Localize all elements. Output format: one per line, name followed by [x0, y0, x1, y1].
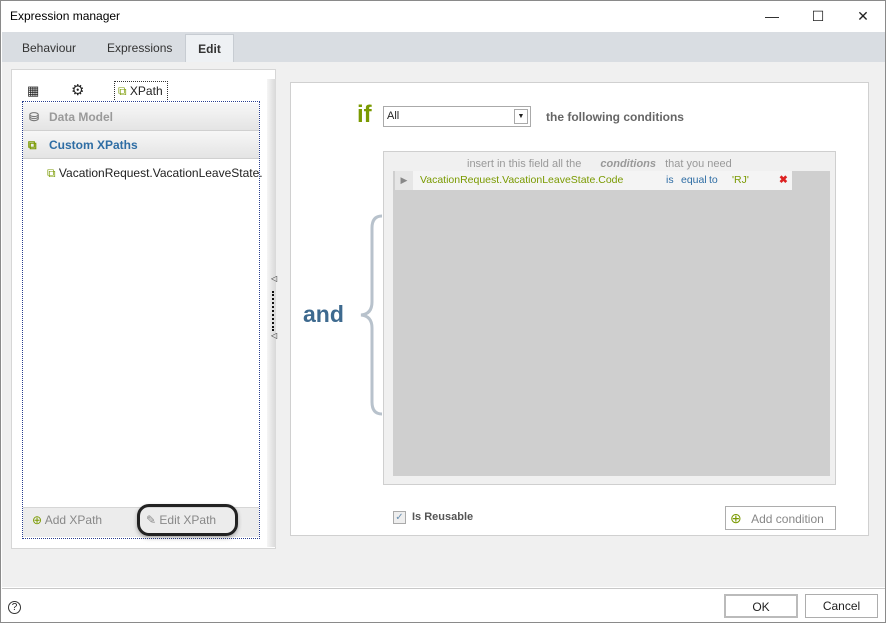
is-reusable-checkbox[interactable]: ✓	[393, 511, 406, 524]
row-expand-icon[interactable]: ▶	[395, 171, 413, 190]
and-label: and	[303, 301, 344, 327]
add-icon: ⊕	[730, 510, 742, 526]
help-icon[interactable]: ?	[8, 601, 21, 614]
following-conditions-label: the following conditions	[546, 110, 684, 124]
section-label: Custom XPaths	[49, 138, 138, 152]
hint-text: that you need	[665, 158, 732, 170]
grid-icon[interactable]: ▦	[27, 83, 39, 99]
add-xpath-button[interactable]: ⊕ Add XPath	[32, 513, 102, 527]
section-label: Data Model	[49, 110, 114, 124]
xpath-tab[interactable]: ⧉ XPath	[114, 81, 168, 100]
is-reusable-label: Is Reusable	[412, 511, 474, 523]
condition-operator[interactable]: equal	[681, 171, 707, 190]
conditions-drop-zone[interactable]	[393, 171, 830, 476]
match-select[interactable]: All ▼	[383, 106, 531, 127]
xpath-tab-label: XPath	[129, 84, 163, 98]
condition-operator[interactable]: to	[709, 171, 718, 190]
add-icon: ⊕	[32, 513, 43, 527]
add-xpath-label: Add XPath	[44, 513, 103, 527]
pencil-icon: ✎	[146, 513, 157, 527]
ok-button[interactable]: OK	[724, 594, 798, 618]
close-button[interactable]: ✕	[840, 1, 886, 31]
gear-icon[interactable]: ⚙	[71, 81, 84, 99]
edit-xpath-button[interactable]: ✎ Edit XPath	[137, 504, 238, 536]
database-icon: ⛁	[29, 110, 40, 124]
section-data-model[interactable]: ⛁ Data Model	[23, 103, 259, 131]
collapse-left-icon: ◁	[271, 274, 278, 283]
edit-xpath-label: Edit XPath	[159, 513, 217, 527]
add-condition-button[interactable]: ⊕ Add condition	[725, 506, 836, 530]
xpath-item-label: VacationRequest.VacationLeaveState.	[58, 166, 263, 180]
condition-row[interactable]: ▶ VacationRequest.VacationLeaveState.Cod…	[395, 171, 792, 190]
hint-text: insert in this field all the	[467, 158, 582, 170]
collapse-left-icon: ◁	[271, 331, 278, 340]
hint-emphasis: conditions	[600, 158, 657, 170]
tab-expressions[interactable]: Expressions	[93, 34, 186, 62]
condition-field[interactable]: VacationRequest.VacationLeaveState.Code	[420, 171, 623, 190]
expression-manager-window: Expression manager — ☐ ✕ Behaviour Expre…	[0, 0, 886, 623]
maximize-button[interactable]: ☐	[795, 1, 841, 31]
if-label: if	[357, 101, 372, 128]
match-select-value: All	[387, 110, 400, 122]
xpath-icon: ⧉	[118, 84, 127, 98]
condition-operator[interactable]: is	[666, 171, 674, 190]
tab-behaviour[interactable]: Behaviour	[8, 34, 90, 62]
delete-condition-icon[interactable]: ✖	[779, 171, 788, 190]
splitter-handle[interactable]: ◁ ◁	[267, 79, 278, 547]
add-condition-label: Add condition	[751, 512, 824, 526]
window-title: Expression manager	[10, 9, 121, 23]
chevron-down-icon[interactable]: ▼	[514, 109, 528, 124]
minimize-button[interactable]: —	[749, 1, 795, 31]
xpath-item-icon: ⧉	[47, 166, 56, 180]
cancel-button[interactable]: Cancel	[805, 594, 878, 618]
xpath-list-item[interactable]: ⧉ VacationRequest.VacationLeaveState.	[47, 166, 263, 181]
xpath-icon: ⧉	[28, 138, 37, 152]
grip-icon	[272, 291, 274, 331]
conditions-hint: insert in this field all the conditions …	[467, 158, 732, 170]
section-custom-xpaths[interactable]: ⧉ Custom XPaths	[23, 131, 259, 159]
condition-value[interactable]: 'RJ'	[732, 171, 749, 190]
brace-icon	[360, 214, 383, 416]
tab-edit[interactable]: Edit	[185, 34, 234, 62]
